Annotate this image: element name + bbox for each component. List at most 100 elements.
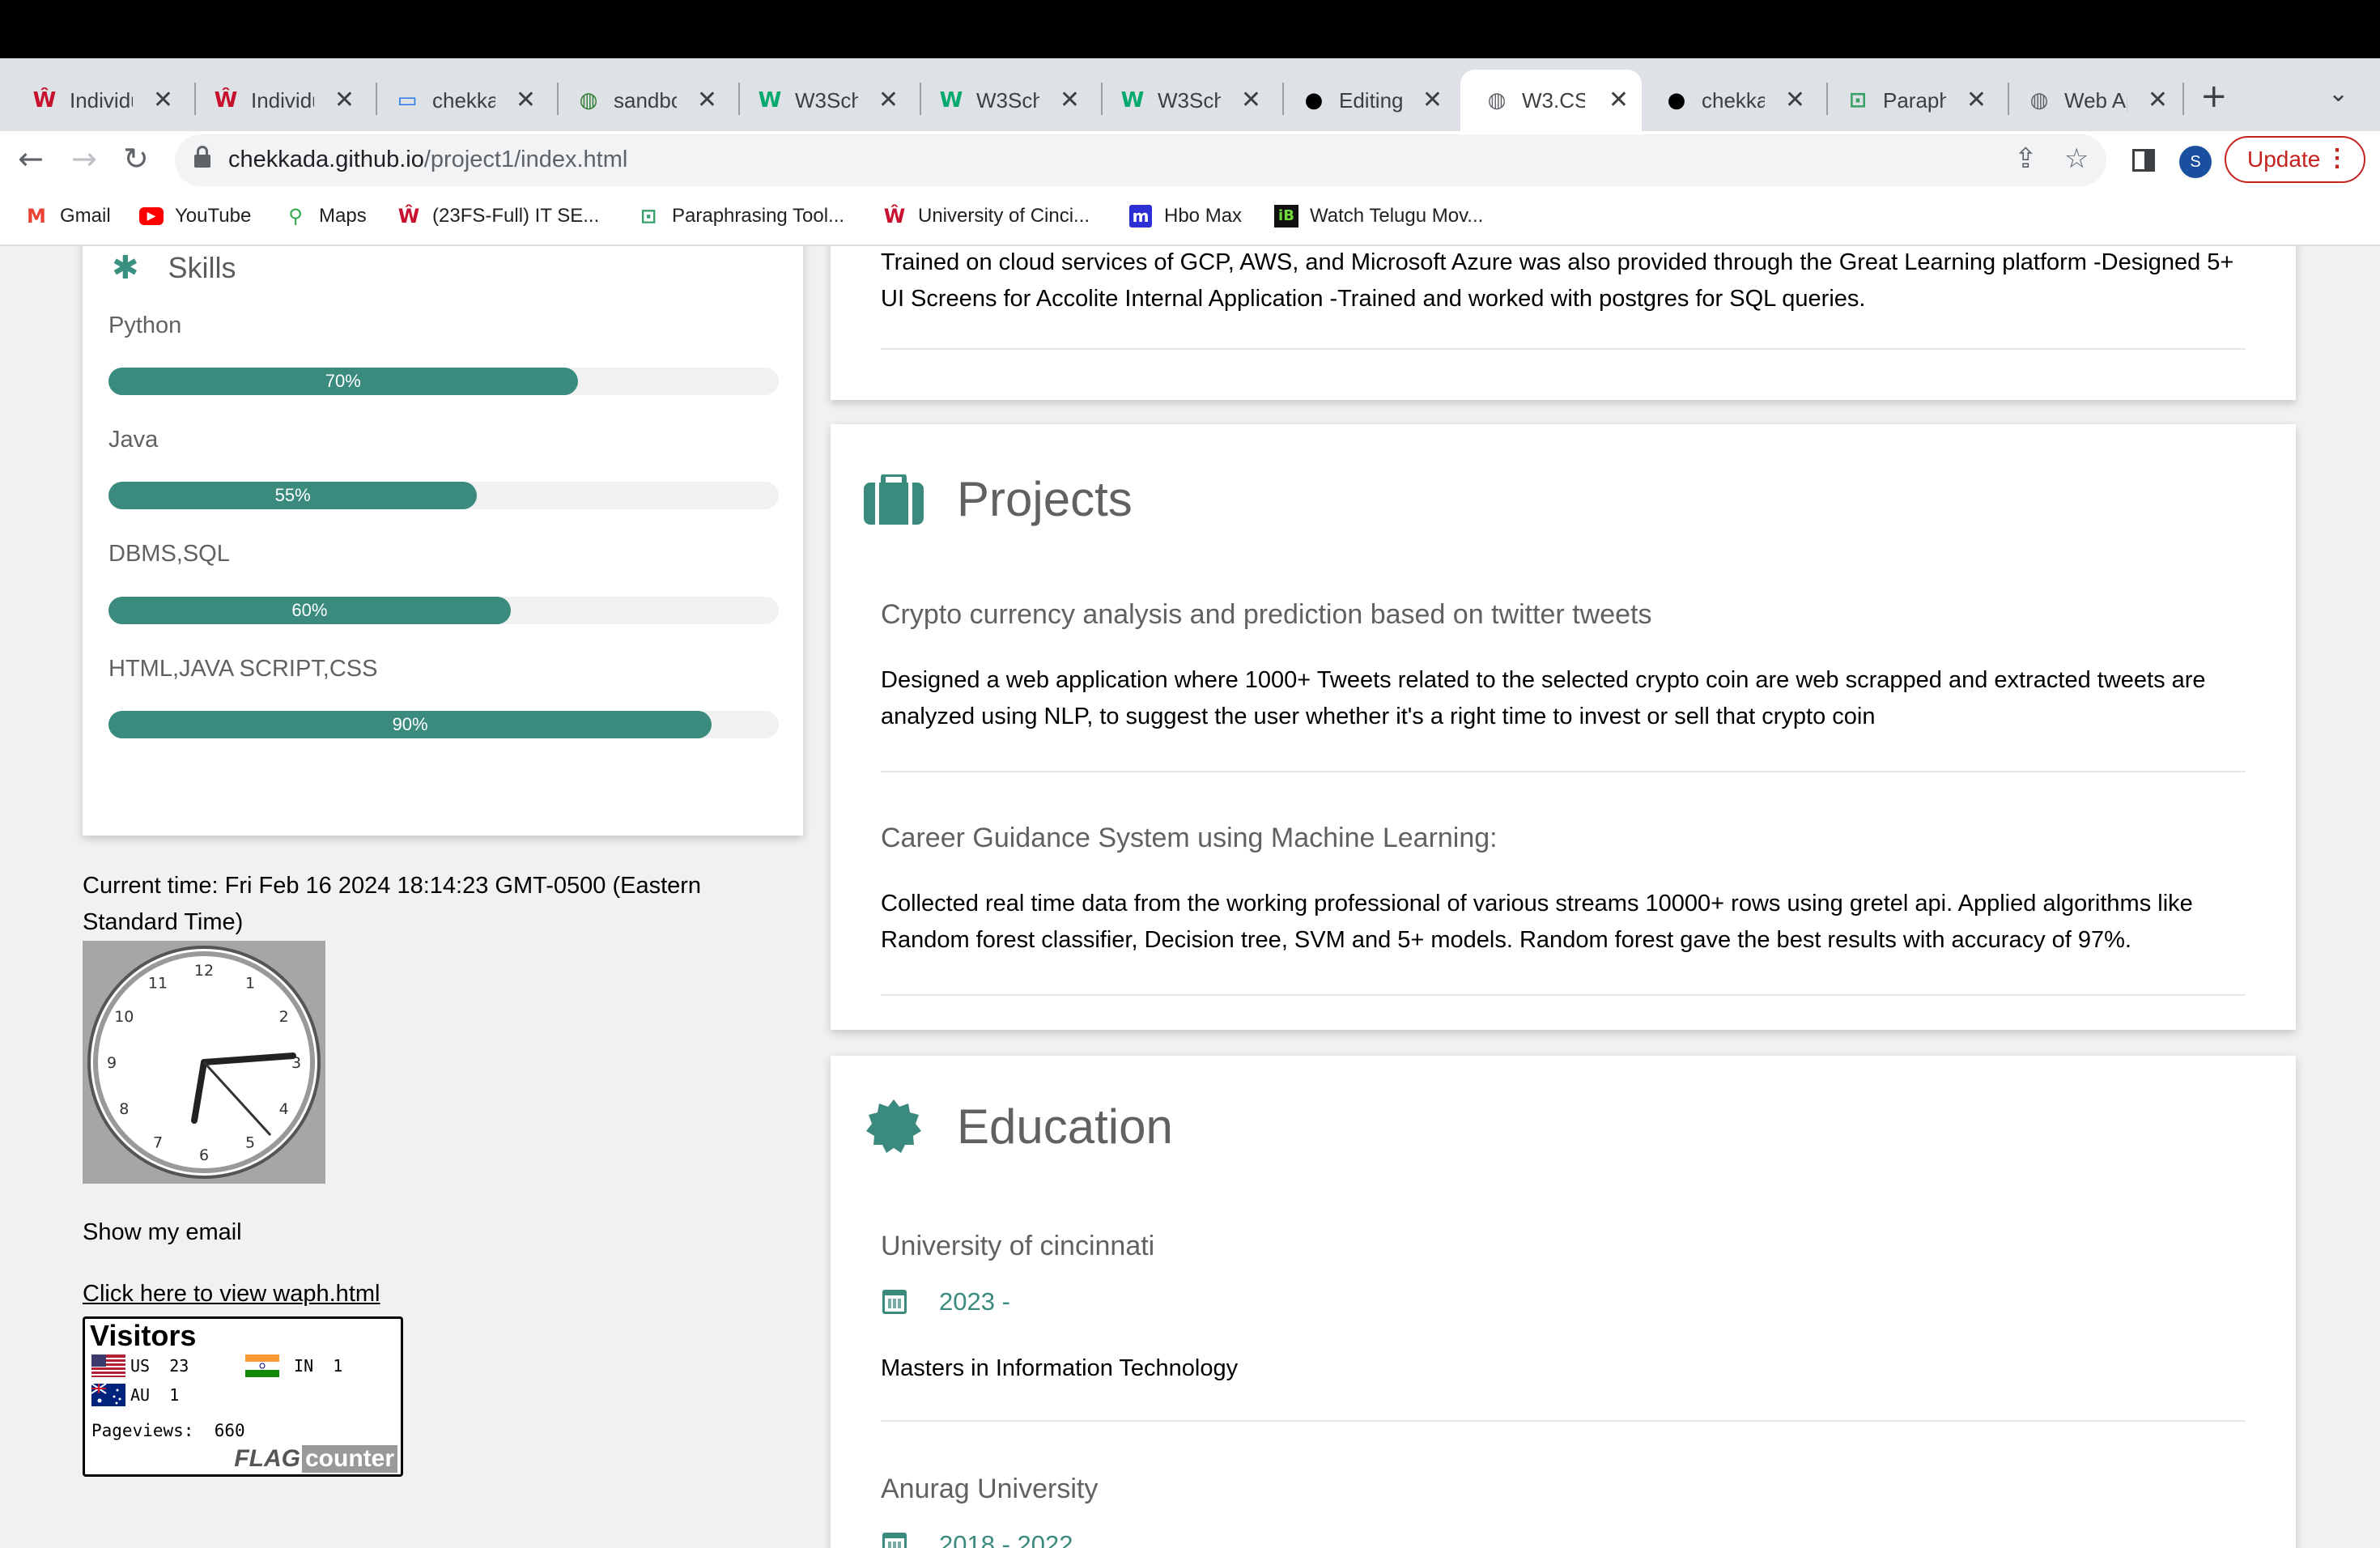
tab-w3schools-1[interactable]: W W3Scho ✕ [733, 70, 912, 131]
experience-description: Trained on cloud services of GCP, AWS, a… [881, 249, 2234, 312]
tab-w3css-active[interactable]: ◍ W3.CSS ✕ [1460, 70, 1642, 131]
url-text[interactable]: chekkada.github.io/project1/index.html [228, 147, 627, 173]
skill-name-web: HTML,JAVA SCRIPT,CSS [108, 656, 378, 682]
education-card: Education University of cincinnati 2023 … [831, 1056, 2296, 1548]
uc-logo-icon: Ŵ [214, 88, 238, 113]
url-path: /project1/index.html [423, 147, 628, 172]
tab-label: Web Ap [2064, 87, 2127, 113]
reload-icon[interactable]: ↻ [123, 141, 149, 176]
hbo-max-icon: m [1128, 204, 1153, 228]
bookmark-hbo-max[interactable]: m Hbo Max [1128, 204, 1242, 228]
waph-link[interactable]: Click here to view waph.html [83, 1281, 380, 1308]
close-icon[interactable]: ✕ [1422, 86, 1443, 114]
education-title: Education [957, 1099, 1173, 1154]
profile-avatar[interactable]: S [2179, 146, 2212, 178]
close-icon[interactable]: ✕ [1966, 86, 1987, 114]
more-vert-icon: ⋮ [2325, 145, 2349, 172]
tab-w3schools-3[interactable]: W W3Scho ✕ [1096, 70, 1274, 131]
share-icon[interactable]: ⇪ [2014, 142, 2038, 175]
w3schools-icon: W [1120, 88, 1145, 113]
certificate-badge-icon [863, 1098, 924, 1155]
tab-label: chekka [432, 87, 495, 113]
update-label: Update [2247, 147, 2321, 172]
forward-arrow-icon[interactable]: → [71, 141, 97, 176]
flag-counter-widget[interactable]: Visitors US 23 IN 1 AU 1 Pageviews: 660 … [83, 1316, 403, 1477]
tab-web-app[interactable]: ◍ Web Ap ✕ [2003, 70, 2181, 131]
robot-icon: ⊡ [1849, 88, 1867, 113]
skill-name-python: Python [108, 313, 182, 338]
lock-icon[interactable] [194, 146, 210, 168]
bookmark-label: University of Cinci... [918, 205, 1090, 227]
tab-chekka-1[interactable]: ▭ chekka ✕ [371, 70, 549, 131]
project-description: Designed a web application where 1000+ T… [881, 667, 2206, 729]
india-flag-icon [245, 1354, 279, 1377]
bookmark-paraphrasing[interactable]: ⊡ Paraphrasing Tool... [636, 204, 844, 228]
tab-individual-2[interactable]: Ŵ Individu ✕ [189, 70, 368, 131]
tab-label: Paraphr [1883, 87, 1946, 113]
pageviews-label: Pageviews: [91, 1421, 194, 1440]
skills-heading: ✱ Skills [112, 249, 236, 287]
side-panel-icon[interactable] [2132, 149, 2155, 172]
projects-heading: Projects [863, 471, 1133, 527]
calendar-icon [882, 1533, 907, 1548]
skill-name-java: Java [108, 427, 159, 453]
education-dates-text: 2018 - 2022 [939, 1530, 1073, 1548]
close-icon[interactable]: ✕ [878, 86, 899, 114]
close-icon[interactable]: ✕ [516, 86, 536, 114]
close-icon[interactable]: ✕ [1785, 86, 1805, 114]
education-school: Anurag University [881, 1474, 1099, 1504]
education-dates-text: 2023 - [939, 1287, 1010, 1316]
tab-w3schools-2[interactable]: W W3Scho ✕ [915, 70, 1093, 131]
tab-paraphrase[interactable]: ⊡ Paraphr ✕ [1821, 70, 2000, 131]
globe-icon: ◍ [1487, 88, 1507, 113]
tab-search-chevron-icon[interactable]: ⌄ [2328, 79, 2348, 108]
tab-separator [2182, 83, 2184, 115]
bookmark-uc[interactable]: Ŵ University of Cinci... [882, 204, 1090, 228]
close-icon[interactable]: ✕ [153, 86, 173, 114]
close-icon[interactable]: ✕ [1060, 86, 1080, 114]
address-bar[interactable]: chekkada.github.io/project1/index.html ⇪… [175, 134, 2106, 186]
bookmark-youtube[interactable]: ▶ YouTube [139, 204, 251, 228]
tab-editing[interactable]: ● Editing ✕ [1277, 70, 1456, 131]
window-top-bar [0, 0, 2380, 58]
tab-individual-1[interactable]: Ŵ Individu ✕ [8, 70, 186, 131]
tab-sandbox[interactable]: ◍ sandbo ✕ [552, 70, 730, 131]
bookmark-telugu[interactable]: iB Watch Telugu Mov... [1274, 204, 1483, 228]
update-button[interactable]: Update ⋮ [2225, 136, 2365, 183]
bookmark-gmail[interactable]: M Gmail [24, 204, 111, 228]
bookmark-maps[interactable]: ⚲ Maps [283, 204, 366, 228]
flag-counter-brand-2: counter [301, 1445, 397, 1473]
browser-toolbar: ← → ↻ chekkada.github.io/project1/index.… [0, 131, 2380, 189]
tab-label: W3Scho [976, 87, 1039, 113]
close-icon[interactable]: ✕ [697, 86, 717, 114]
bookmark-label: YouTube [175, 205, 252, 227]
monitor-icon: ▭ [397, 88, 418, 113]
close-icon[interactable]: ✕ [2148, 86, 2168, 114]
bookmark-label: Gmail [60, 205, 111, 227]
flag-counter-brand-1: FLAG [234, 1445, 300, 1472]
country-code: AU [130, 1385, 151, 1405]
project-title: Crypto currency analysis and prediction … [881, 599, 1652, 630]
back-arrow-icon[interactable]: ← [18, 141, 44, 176]
skill-name-dbms: DBMS,SQL [108, 541, 230, 567]
new-tab-plus-icon[interactable]: + [2200, 78, 2228, 115]
visitor-row-in: IN 1 [245, 1354, 342, 1377]
education-school: University of cincinnati [881, 1231, 1155, 1261]
show-email-text[interactable]: Show my email [83, 1219, 242, 1246]
w3schools-icon: W [939, 88, 963, 113]
gmail-icon: M [27, 205, 46, 228]
close-icon[interactable]: ✕ [1241, 86, 1261, 114]
youtube-icon: ▶ [139, 204, 164, 228]
bookmark-label: Paraphrasing Tool... [672, 205, 845, 227]
star-bookmark-icon[interactable]: ☆ [2064, 142, 2089, 175]
clock-number: 7 [153, 1134, 163, 1152]
tab-chekka-2[interactable]: ● chekka ✕ [1640, 70, 1818, 131]
clock-number: 4 [279, 1100, 289, 1118]
maps-icon: ⚲ [288, 205, 303, 228]
pageviews: Pageviews: 660 [91, 1421, 245, 1440]
close-icon[interactable]: ✕ [1609, 86, 1629, 114]
bookmark-it-se[interactable]: Ŵ (23FS-Full) IT SE... [397, 204, 600, 228]
clock-number: 5 [245, 1134, 255, 1152]
close-icon[interactable]: ✕ [334, 86, 355, 114]
bookmark-label: (23FS-Full) IT SE... [432, 205, 600, 227]
